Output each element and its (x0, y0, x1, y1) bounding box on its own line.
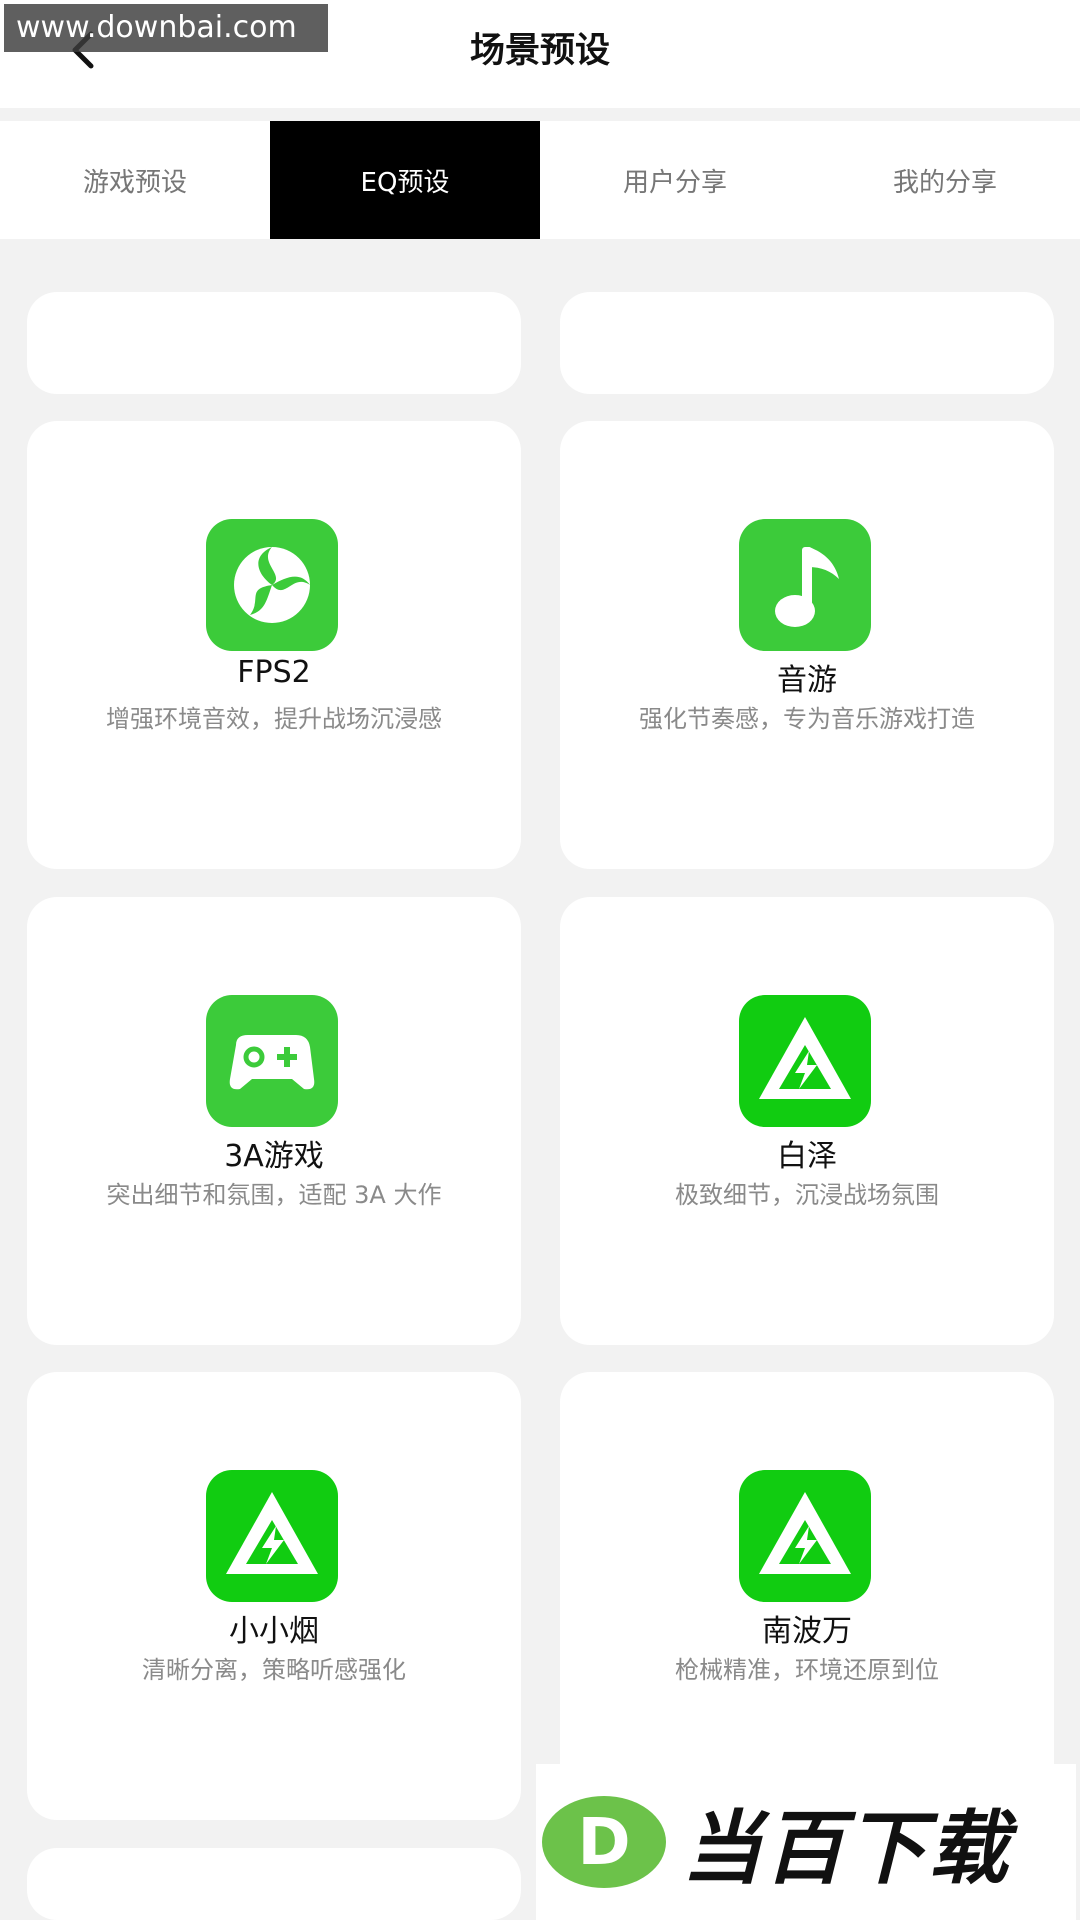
tab-my-shares[interactable]: 我的分享 (810, 121, 1080, 239)
triangle-bolt-icon (739, 995, 871, 1127)
preset-card-partial[interactable] (560, 292, 1054, 394)
preset-description: 强化节奏感，专为音乐游戏打造 (639, 705, 975, 733)
brand-text: 当百下载 (682, 1802, 1010, 1895)
preset-description: 增强环境音效，提升战场沉浸感 (106, 705, 442, 733)
music-note-icon (739, 519, 871, 651)
preset-card[interactable]: 3A游戏 突出细节和氛围，适配 3A 大作 (27, 897, 521, 1345)
tab-bar: 游戏预设 EQ预设 用户分享 我的分享 (0, 121, 1080, 239)
triangle-bolt-icon (739, 1470, 871, 1602)
preset-name: 小小烟 (229, 1614, 319, 1649)
tab-eq-presets[interactable]: EQ预设 (270, 121, 540, 239)
preset-card[interactable]: 南波万 枪械精准，环境还原到位 (560, 1372, 1054, 1820)
preset-card-partial[interactable] (27, 292, 521, 394)
brand-watermark: D 当百下载 (536, 1764, 1076, 1920)
tab-game-presets[interactable]: 游戏预设 (0, 121, 270, 239)
preset-description: 枪械精准，环境还原到位 (675, 1656, 939, 1684)
header: 场景预设 www.downbai.com (0, 0, 1080, 108)
preset-name: 白泽 (777, 1139, 837, 1174)
preset-card[interactable]: 小小烟 清晰分离，策略听感强化 (27, 1372, 521, 1820)
preset-name: FPS2 (237, 655, 311, 690)
preset-name: 音游 (777, 663, 837, 698)
preset-card[interactable]: 音游 强化节奏感，专为音乐游戏打造 (560, 421, 1054, 869)
triangle-bolt-icon (206, 1470, 338, 1602)
preset-card[interactable]: 白泽 极致细节，沉浸战场氛围 (560, 897, 1054, 1345)
preset-description: 突出细节和氛围，适配 3A 大作 (106, 1181, 442, 1209)
preset-card-partial[interactable] (27, 1848, 521, 1920)
preset-name: 南波万 (762, 1614, 852, 1649)
gamepad-icon (206, 995, 338, 1127)
tab-user-shares[interactable]: 用户分享 (540, 121, 810, 239)
scene-preset-screen: 场景预设 www.downbai.com 游戏预设 EQ预设 用户分享 我的分享… (0, 0, 1080, 1920)
preset-description: 极致细节，沉浸战场氛围 (675, 1181, 939, 1209)
brand-logo-icon: D (542, 1796, 666, 1888)
preset-name: 3A游戏 (224, 1139, 324, 1174)
fps-swirl-icon (206, 519, 338, 651)
brand-logo-letter: D (577, 1806, 630, 1880)
preset-description: 清晰分离，策略听感强化 (142, 1656, 406, 1684)
watermark-url: www.downbai.com (4, 4, 328, 52)
preset-card[interactable]: FPS2 增强环境音效，提升战场沉浸感 (27, 421, 521, 869)
